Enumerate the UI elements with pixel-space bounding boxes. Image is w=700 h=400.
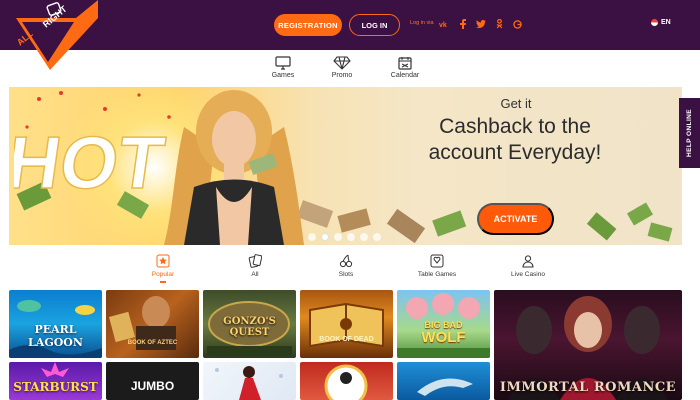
carousel-dot[interactable] [347,233,355,241]
table-games-icon [430,254,444,268]
carousel-dot[interactable] [360,233,368,241]
flag-icon [651,19,658,26]
category-popular[interactable]: Popular [138,254,188,278]
help-online-tab[interactable]: HELP ONLINE [679,98,700,168]
site-logo[interactable]: RIGHT ALL [16,0,98,70]
nav-games-label: Games [271,72,295,79]
calendar-icon [398,57,412,70]
hot-text: HOT [14,121,169,204]
facebook-icon[interactable] [457,17,469,31]
language-selector[interactable]: EN [651,19,671,26]
login-via-label: Log in via [410,20,434,26]
category-slots[interactable]: Slots [321,254,371,278]
cherry-icon [339,254,353,268]
game-title: JUMBO [130,379,175,393]
game-tile-big-bad-wolf[interactable]: BIG BAD WOLF [397,290,490,358]
top-bar: RIGHT ALL REGISTRATION LOG IN Log in via… [0,0,700,70]
nav-games[interactable]: Games [261,56,305,79]
game-tile-starburst[interactable]: STARBURST [9,362,102,400]
monopoly-art [324,364,368,400]
book-of-dead-art [309,302,384,348]
category-live-casino-label: Live Casino [511,271,545,278]
category-slots-label: Slots [338,271,354,278]
nav-promo-label: Promo [331,72,353,79]
odnoklassniki-icon[interactable] [493,17,505,31]
twitter-icon[interactable] [475,17,487,31]
category-live-casino[interactable]: Live Casino [503,254,553,278]
dealer-icon [522,255,534,268]
star-icon [156,254,170,268]
game-title: GONZO'S QUEST [223,316,276,338]
active-category-indicator [160,281,166,283]
category-all-label: All [251,271,259,278]
promo-banner[interactable]: HOT Get it Cashback to the account Every… [9,87,682,245]
game-tile-gonzos-quest[interactable]: GONZO'S QUEST [203,290,296,358]
game-tile-immortal-romance[interactable]: IMMORTAL ROMANCE [494,290,682,400]
category-table-games-label: Table Games [417,271,457,278]
cards-icon [248,254,262,268]
banner-headline: Cashback to the account Everyday! [428,115,602,164]
game-title: WOLF [421,329,466,346]
promo-model-image [164,90,304,245]
google-icon[interactable] [511,17,523,31]
login-button[interactable]: LOG IN [349,14,400,36]
game-title: IMMORTAL ROMANCE [499,380,677,395]
game-title: BOOK OF DEAD [319,336,374,343]
nav-promo[interactable]: Promo [320,56,364,79]
carousel-dot[interactable] [334,233,342,241]
game-title: BOOK OF AZTEC [127,340,178,346]
diamond-icon [333,56,351,70]
banner-small-text: Get it [500,96,532,111]
red-girl-art [215,366,283,400]
game-tile-jumbo[interactable]: JUMBO [106,362,199,400]
category-popular-label: Popular [151,271,175,278]
game-title: STARBURST [13,380,98,394]
game-tile-red-girl[interactable] [203,362,296,400]
carousel-dot[interactable] [308,233,316,241]
category-table-games[interactable]: Table Games [412,254,462,278]
carousel-dot[interactable] [373,233,381,241]
game-tile-shark[interactable] [397,362,490,400]
svg-text:vk: vk [439,22,447,28]
game-title: PEARL LAGOON [28,323,83,349]
registration-button[interactable]: REGISTRATION [274,14,342,36]
book-of-aztec-art [108,296,176,350]
game-tile-monopoly[interactable] [300,362,393,400]
shark-art [417,378,473,396]
game-tile-book-of-dead[interactable]: BOOK OF DEAD [300,290,393,358]
game-tile-book-of-aztec[interactable]: BOOK OF AZTEC [106,290,199,358]
nav-calendar[interactable]: Calendar [383,56,427,79]
activate-button[interactable]: ACTIVATE [477,203,554,235]
language-label: EN [661,19,671,26]
monitor-icon [275,56,291,70]
game-tile-pearl-lagoon[interactable]: PEARL LAGOON [9,290,102,358]
carousel-dots [308,233,381,241]
carousel-dot-active[interactable] [321,233,329,241]
vk-icon[interactable]: vk [439,17,451,31]
nav-calendar-label: Calendar [390,72,420,79]
hot-graphic: HOT [14,121,170,204]
category-all[interactable]: All [230,254,280,278]
